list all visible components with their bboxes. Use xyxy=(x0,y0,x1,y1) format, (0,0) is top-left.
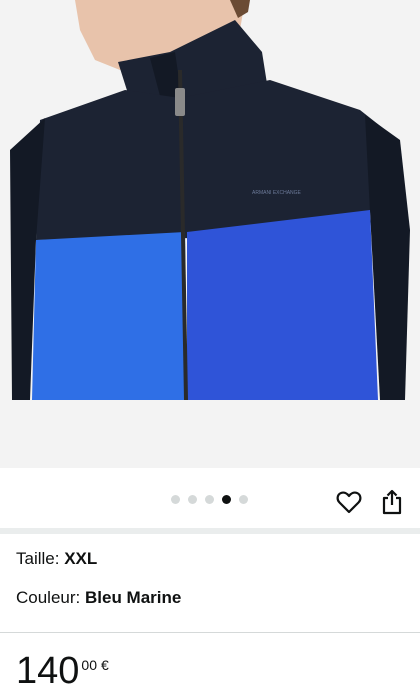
color-label: Couleur: xyxy=(16,588,85,607)
carousel-dot[interactable] xyxy=(205,495,214,504)
carousel-dot[interactable] xyxy=(188,495,197,504)
image-carousel-bar xyxy=(0,468,420,530)
price-divider xyxy=(0,632,420,633)
price: 140 00 € xyxy=(16,648,109,694)
price-fraction: 00 xyxy=(81,657,97,673)
size-label: Taille: xyxy=(16,549,65,568)
carousel-dot[interactable] xyxy=(171,495,180,504)
carousel-dots xyxy=(171,495,248,504)
share-icon xyxy=(382,489,402,515)
carousel-dot[interactable] xyxy=(239,495,248,504)
color-variation[interactable]: Couleur: Bleu Marine xyxy=(16,587,181,609)
jacket-photo: ARMANI EXCHANGE xyxy=(0,0,420,468)
size-variation[interactable]: Taille: XXL xyxy=(16,548,97,570)
favorite-button[interactable] xyxy=(335,488,363,516)
size-value: XXL xyxy=(64,549,98,568)
svg-text:ARMANI EXCHANGE: ARMANI EXCHANGE xyxy=(252,190,302,196)
share-button[interactable] xyxy=(378,488,406,516)
price-whole: 140 xyxy=(16,650,80,692)
section-divider xyxy=(0,528,420,534)
heart-outline-icon xyxy=(336,491,362,514)
product-image[interactable]: ARMANI EXCHANGE xyxy=(0,0,420,468)
price-currency: € xyxy=(100,657,109,673)
carousel-dot-active[interactable] xyxy=(222,495,231,504)
color-value: Bleu Marine xyxy=(84,588,182,607)
